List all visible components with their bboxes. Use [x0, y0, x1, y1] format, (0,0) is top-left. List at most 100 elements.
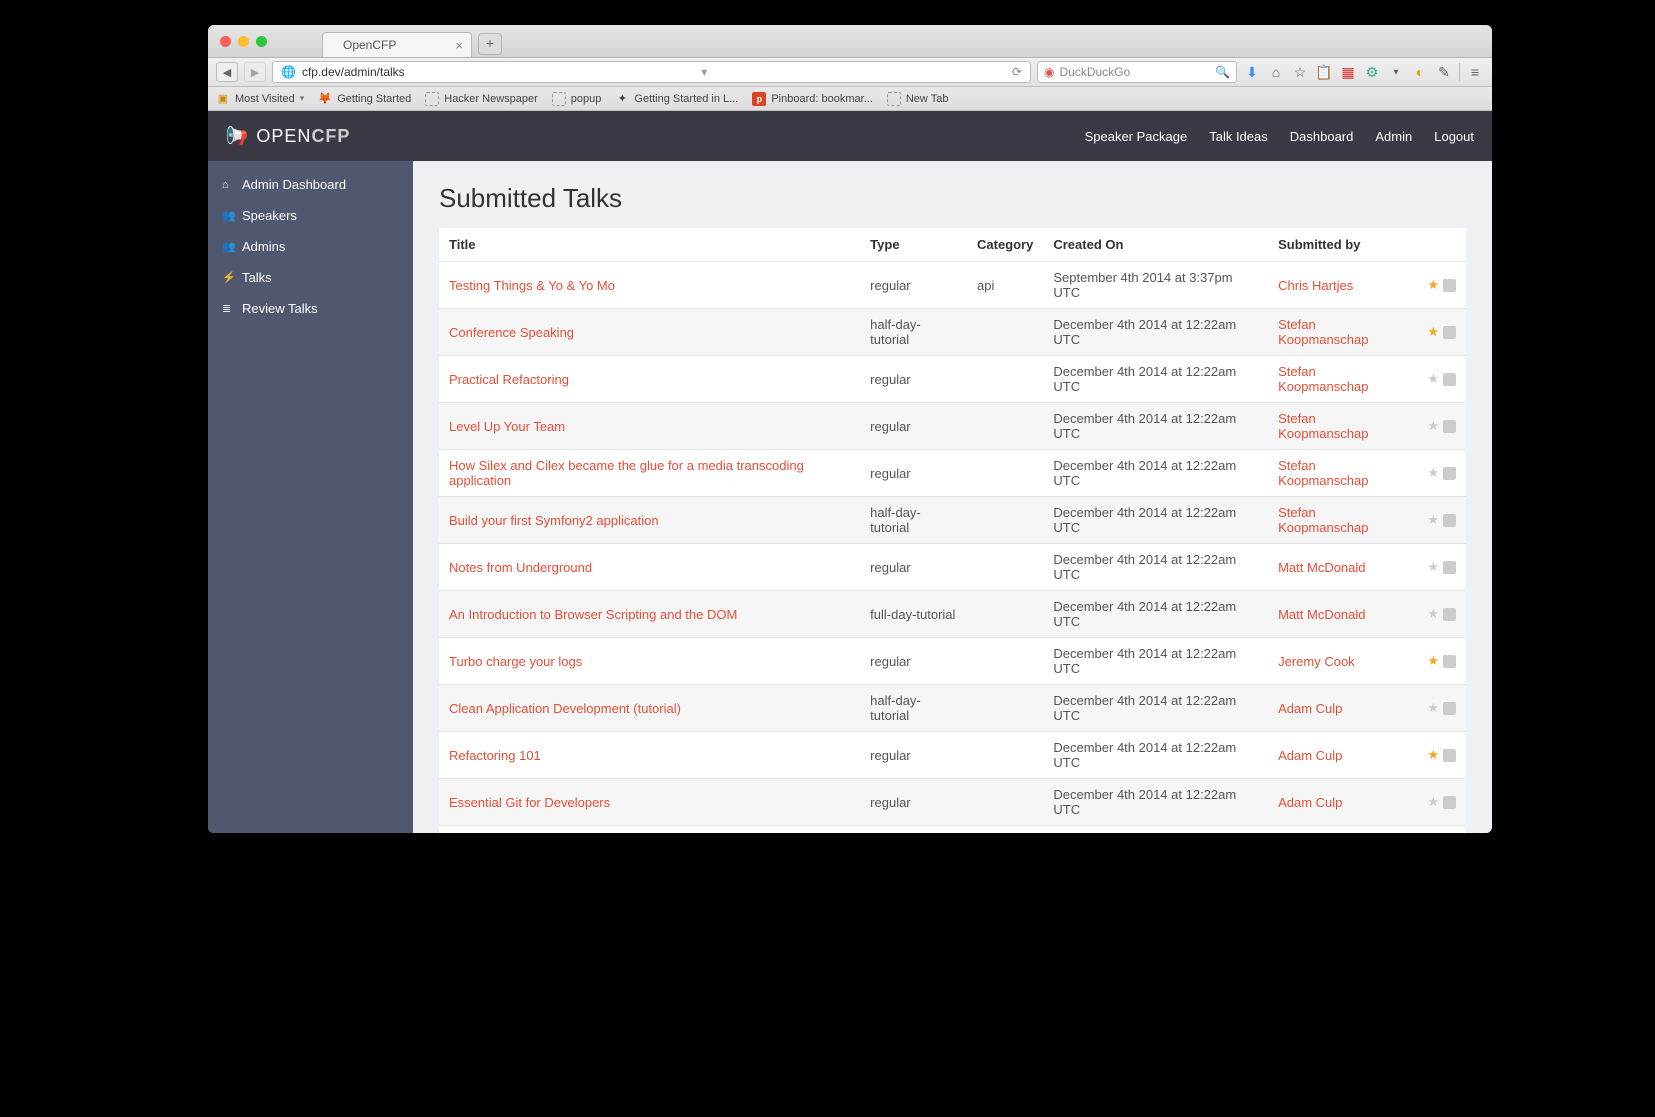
- search-icon[interactable]: 🔍: [1215, 65, 1230, 79]
- star-icon[interactable]: ★: [1427, 700, 1439, 716]
- search-field[interactable]: ◉ DuckDuckGo 🔍: [1037, 61, 1237, 83]
- talk-title-link[interactable]: Testing Things & Yo & Yo Mo: [449, 278, 615, 293]
- talk-title-link[interactable]: Notes from Underground: [449, 560, 592, 575]
- column-header[interactable]: Created On: [1043, 228, 1268, 262]
- select-checkbox[interactable]: [1443, 749, 1456, 762]
- author-link[interactable]: Matt McDonald: [1278, 560, 1365, 575]
- window-zoom-button[interactable]: [256, 36, 267, 47]
- browser-tab[interactable]: OpenCFP ×: [322, 32, 472, 57]
- select-checkbox[interactable]: [1443, 514, 1456, 527]
- nav-link[interactable]: Talk Ideas: [1209, 129, 1268, 144]
- star-icon[interactable]: ★: [1427, 559, 1439, 575]
- column-header[interactable]: Type: [860, 228, 967, 262]
- bookmark-item[interactable]: popup: [552, 92, 602, 106]
- close-icon[interactable]: ×: [455, 38, 463, 53]
- star-icon[interactable]: ☆: [1291, 63, 1309, 81]
- bookmark-icon: ✦: [615, 92, 629, 106]
- talk-title-link[interactable]: Conference Speaking: [449, 325, 574, 340]
- author-link[interactable]: Jeremy Cook: [1278, 654, 1355, 669]
- bookmark-item[interactable]: Hacker Newspaper: [425, 92, 538, 106]
- nav-link[interactable]: Admin: [1375, 129, 1412, 144]
- globe-icon: 🌐: [281, 65, 296, 79]
- bookmark-item[interactable]: 🦊Getting Started: [318, 92, 411, 106]
- talk-title-link[interactable]: Turbo charge your logs: [449, 654, 582, 669]
- sidebar-item[interactable]: ⚡Talks: [208, 262, 413, 293]
- author-link[interactable]: Stefan Koopmanschap: [1278, 411, 1368, 441]
- author-link[interactable]: Matt McDonald: [1278, 607, 1365, 622]
- author-link[interactable]: Stefan Koopmanschap: [1278, 458, 1368, 488]
- bookmark-item[interactable]: New Tab: [887, 92, 949, 106]
- menu-icon[interactable]: ≡: [1466, 63, 1484, 81]
- star-icon[interactable]: ★: [1427, 371, 1439, 387]
- select-checkbox[interactable]: [1443, 467, 1456, 480]
- talk-title-link[interactable]: Refactoring 101: [449, 748, 541, 763]
- talk-title-link[interactable]: Build your first Symfony2 application: [449, 513, 659, 528]
- new-tab-button[interactable]: +: [478, 33, 502, 55]
- star-icon[interactable]: ★: [1427, 324, 1439, 340]
- select-checkbox[interactable]: [1443, 608, 1456, 621]
- home-icon[interactable]: ⌂: [1267, 63, 1285, 81]
- extension-icon-3[interactable]: ◐: [1411, 63, 1429, 81]
- clipboard-icon[interactable]: 📋: [1315, 63, 1333, 81]
- column-header[interactable]: Title: [439, 228, 860, 262]
- author-link[interactable]: Adam Culp: [1278, 795, 1342, 810]
- extension-icon-2[interactable]: ⚙: [1363, 63, 1381, 81]
- talk-title-link[interactable]: An Introduction to Browser Scripting and…: [449, 607, 737, 622]
- select-checkbox[interactable]: [1443, 326, 1456, 339]
- back-button[interactable]: ◀: [216, 62, 238, 82]
- nav-link[interactable]: Speaker Package: [1085, 129, 1188, 144]
- nav-link[interactable]: Logout: [1434, 129, 1474, 144]
- talk-title-link[interactable]: How Silex and Cilex became the glue for …: [449, 458, 804, 488]
- download-icon[interactable]: ⬇: [1243, 63, 1261, 81]
- extension-icon-4[interactable]: ✎: [1435, 63, 1453, 81]
- talk-title-link[interactable]: Level Up Your Team: [449, 419, 565, 434]
- forward-button[interactable]: ▶: [244, 62, 266, 82]
- window-close-button[interactable]: [220, 36, 231, 47]
- talk-title-link[interactable]: Practical Refactoring: [449, 372, 569, 387]
- extension-dropdown-icon[interactable]: ▾: [1387, 63, 1405, 81]
- star-icon[interactable]: ★: [1427, 794, 1439, 810]
- star-icon[interactable]: ★: [1427, 277, 1439, 293]
- select-checkbox[interactable]: [1443, 655, 1456, 668]
- select-checkbox[interactable]: [1443, 279, 1456, 292]
- reader-icon[interactable]: ▾: [701, 65, 707, 79]
- select-checkbox[interactable]: [1443, 702, 1456, 715]
- talk-title-link[interactable]: Essential Git for Developers: [449, 795, 610, 810]
- star-icon[interactable]: ★: [1427, 747, 1439, 763]
- extension-icon[interactable]: ▦: [1339, 63, 1357, 81]
- column-header[interactable]: Submitted by: [1268, 228, 1417, 262]
- author-link[interactable]: Chris Hartjes: [1278, 278, 1353, 293]
- column-header[interactable]: Category: [967, 228, 1043, 262]
- reload-icon[interactable]: ⟳: [1012, 65, 1022, 79]
- sidebar-item[interactable]: ≣Review Talks: [208, 293, 413, 324]
- sidebar-item[interactable]: 👥Speakers: [208, 200, 413, 231]
- bookmark-item[interactable]: pPinboard: bookmar...: [752, 92, 873, 106]
- select-checkbox[interactable]: [1443, 420, 1456, 433]
- author-link[interactable]: Stefan Koopmanschap: [1278, 317, 1368, 347]
- select-checkbox[interactable]: [1443, 561, 1456, 574]
- author-link[interactable]: Stefan Koopmanschap: [1278, 364, 1368, 394]
- cell-title: Clean Application Development (tutorial): [439, 685, 860, 732]
- window-minimize-button[interactable]: [238, 36, 249, 47]
- star-icon[interactable]: ★: [1427, 465, 1439, 481]
- author-link[interactable]: Adam Culp: [1278, 748, 1342, 763]
- star-icon[interactable]: ★: [1427, 418, 1439, 434]
- sidebar-item[interactable]: ⌂Admin Dashboard: [208, 169, 413, 200]
- author-link[interactable]: Stefan Koopmanschap: [1278, 505, 1368, 535]
- logo[interactable]: 📢 OPENCFP: [226, 126, 350, 147]
- talk-title-link[interactable]: Clean Application Development (tutorial): [449, 701, 681, 716]
- select-checkbox[interactable]: [1443, 373, 1456, 386]
- sidebar-item[interactable]: 👥Admins: [208, 231, 413, 262]
- bookmark-item[interactable]: ▣Most Visited▾: [216, 92, 304, 106]
- select-checkbox[interactable]: [1443, 796, 1456, 809]
- star-icon[interactable]: ★: [1427, 606, 1439, 622]
- star-icon[interactable]: ★: [1427, 512, 1439, 528]
- bookmark-icon: 🦊: [318, 92, 332, 106]
- nav-link[interactable]: Dashboard: [1290, 129, 1354, 144]
- author-link[interactable]: Adam Culp: [1278, 701, 1342, 716]
- url-field[interactable]: 🌐 cfp.dev/admin/talks ▾ ⟳: [272, 61, 1031, 83]
- cell-type: regular: [860, 826, 967, 834]
- star-icon[interactable]: ★: [1427, 653, 1439, 669]
- bookmark-item[interactable]: ✦Getting Started in L...: [615, 92, 738, 106]
- column-header[interactable]: [1417, 228, 1466, 262]
